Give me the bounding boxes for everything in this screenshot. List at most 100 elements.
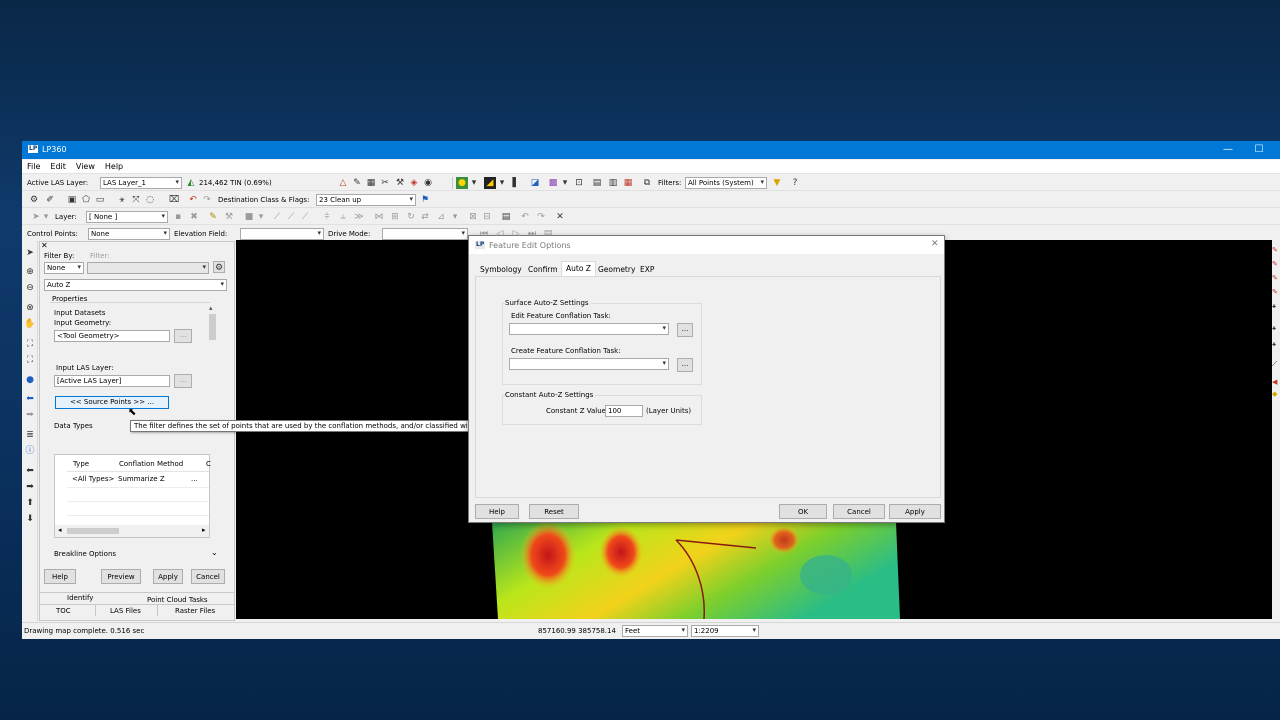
- help-cursor-icon[interactable]: ?: [789, 177, 801, 189]
- tab-toc[interactable]: TOC: [56, 607, 71, 615]
- chevron-down-icon[interactable]: ▾: [40, 211, 52, 223]
- filters-combo[interactable]: All Points (System) ▾: [685, 177, 767, 189]
- menu-view[interactable]: View: [71, 160, 100, 171]
- row-conflation-cell[interactable]: Summarize Z: [118, 475, 165, 483]
- panel-help-button[interactable]: Help: [44, 569, 76, 584]
- zoom-out-icon[interactable]: ⊖: [24, 282, 36, 294]
- minimize-button[interactable]: —: [1214, 142, 1242, 158]
- reshape-icon[interactable]: ⋈: [373, 211, 385, 223]
- zoom-extent-icon[interactable]: ⛶: [24, 338, 36, 350]
- reset-button[interactable]: Reset: [529, 504, 579, 519]
- line-select-icon[interactable]: ⤧: [130, 194, 142, 206]
- clean-icon[interactable]: ⌧: [168, 194, 180, 206]
- rotate-icon[interactable]: ↻: [405, 211, 417, 223]
- maximize-button[interactable]: ☐: [1245, 142, 1273, 158]
- scroll-up-icon[interactable]: ▴: [209, 304, 213, 312]
- zoom-rect-icon[interactable]: ⊗: [24, 302, 36, 314]
- delete-icon[interactable]: ✖: [188, 211, 200, 223]
- table-icon[interactable]: ▤: [591, 177, 603, 189]
- view-3d-icon[interactable]: ◪: [529, 177, 541, 189]
- input-las-browse-button[interactable]: ...: [174, 374, 192, 388]
- destination-combo[interactable]: 23 Clean up ▾: [316, 194, 416, 206]
- tools-icon[interactable]: ✂: [379, 177, 391, 189]
- funnel-icon[interactable]: ▼: [771, 177, 783, 189]
- chevron-down-icon[interactable]: ▾: [449, 211, 461, 223]
- chevron-down-icon[interactable]: ▾: [255, 211, 267, 223]
- layer-combo[interactable]: [ None ] ▾: [86, 211, 168, 223]
- frame-icon[interactable]: ⊡: [573, 177, 585, 189]
- table-hscrollbar[interactable]: ◂ ▸: [55, 525, 209, 537]
- attributes-icon[interactable]: ⚒: [223, 211, 235, 223]
- task-combo[interactable]: Auto Z ▾: [44, 279, 227, 291]
- dialog-close-button[interactable]: ✕: [931, 239, 939, 249]
- move-icon[interactable]: ⇄: [419, 211, 431, 223]
- vertex3-icon[interactable]: ⟋: [299, 211, 311, 223]
- edit-task-browse-button[interactable]: ...: [677, 323, 693, 337]
- panel-apply-button[interactable]: Apply: [153, 569, 183, 584]
- hand-icon[interactable]: ✋: [24, 318, 36, 330]
- circle-select-icon[interactable]: ⚹: [116, 194, 128, 206]
- tab-exp[interactable]: EXP: [635, 262, 659, 275]
- snap-icon[interactable]: ⊞: [389, 211, 401, 223]
- grid-tool-icon[interactable]: ▦: [365, 177, 377, 189]
- elevation-field-combo[interactable]: ▾: [240, 228, 324, 240]
- tool-icon[interactable]: ⚹: [1272, 340, 1276, 349]
- constant-z-input[interactable]: 100: [605, 405, 643, 417]
- layer-tool-icon[interactable]: ◈: [408, 177, 420, 189]
- undo-icon[interactable]: ↶: [187, 194, 199, 206]
- classify-icon[interactable]: ⚙: [28, 194, 40, 206]
- marker-icon[interactable]: ◆: [1272, 390, 1277, 398]
- arrow-pointer-icon[interactable]: ➤: [24, 247, 36, 259]
- edit-task-combo[interactable]: ▾: [509, 323, 669, 335]
- redo-edit-icon[interactable]: ↷: [535, 211, 547, 223]
- pan-down-icon[interactable]: ⬇: [24, 513, 36, 525]
- color-ramp-icon[interactable]: ●: [456, 177, 468, 189]
- tab-identify[interactable]: Identify: [67, 594, 93, 602]
- forward-icon[interactable]: ≫: [353, 211, 365, 223]
- col-conflation-header[interactable]: Conflation Method: [119, 460, 183, 468]
- edit-tin-icon[interactable]: ✎: [351, 177, 363, 189]
- rectangle-icon[interactable]: ▭: [94, 194, 106, 206]
- save-edits-icon[interactable]: ▪: [172, 211, 184, 223]
- lasso-icon[interactable]: ◌: [144, 194, 156, 206]
- merge-icon[interactable]: ⫨: [337, 211, 349, 223]
- scale-combo[interactable]: 1:2209 ▾: [691, 625, 759, 637]
- tool-icon[interactable]: ⟋: [1272, 360, 1277, 369]
- zoom-in-icon[interactable]: ⊕: [24, 266, 36, 278]
- triangle-icon[interactable]: △: [337, 177, 349, 189]
- back-icon[interactable]: ◀: [1272, 378, 1277, 386]
- tool-icon[interactable]: ⚹: [1272, 302, 1276, 311]
- breakline-options-label[interactable]: Breakline Options: [54, 550, 116, 558]
- chevron-down-icon[interactable]: ▾: [496, 177, 508, 189]
- copy-icon[interactable]: ⧉: [641, 177, 653, 189]
- paint-icon[interactable]: ✐: [44, 194, 56, 206]
- globe-tool-icon[interactable]: ◉: [422, 177, 434, 189]
- properties-icon[interactable]: ▤: [500, 211, 512, 223]
- tab-confirm[interactable]: Confirm: [523, 262, 563, 275]
- filter-combo[interactable]: ▾: [87, 262, 209, 274]
- tab-auto-z[interactable]: Auto Z: [561, 261, 596, 276]
- table2-icon[interactable]: ▥: [607, 177, 619, 189]
- row-more-cell[interactable]: ...: [191, 475, 198, 483]
- dialog-cancel-button[interactable]: Cancel: [833, 504, 885, 519]
- dialog-apply-button[interactable]: Apply: [889, 504, 941, 519]
- table3-icon[interactable]: ▦: [622, 177, 634, 189]
- ok-button[interactable]: OK: [779, 504, 827, 519]
- filter-settings-icon[interactable]: ⚙: [213, 261, 225, 273]
- chevron-down-icon[interactable]: ▾: [559, 177, 571, 189]
- dialog-title-bar[interactable]: LP Feature Edit Options ✕: [469, 236, 944, 254]
- tab-point-cloud-tasks[interactable]: Point Cloud Tasks: [147, 596, 208, 604]
- edit-icon[interactable]: ✎: [1272, 274, 1278, 282]
- undo-edit-icon[interactable]: ↶: [519, 211, 531, 223]
- tool-icon[interactable]: ⚹: [1272, 324, 1276, 333]
- edit-sketch-icon[interactable]: ⊠: [467, 211, 479, 223]
- col-type-header[interactable]: Type: [73, 460, 89, 468]
- fit-icon[interactable]: ⛶: [24, 354, 36, 366]
- vertex2-icon[interactable]: ⟋: [285, 211, 297, 223]
- input-geometry-browse-button[interactable]: ...: [174, 329, 192, 343]
- close-edit-icon[interactable]: ✕: [554, 211, 566, 223]
- scroll-right-icon[interactable]: ▸: [202, 526, 206, 534]
- globe-icon[interactable]: ●: [24, 374, 36, 386]
- input-las-field[interactable]: [Active LAS Layer]: [54, 375, 170, 387]
- scroll-left-icon[interactable]: ◂: [58, 526, 62, 534]
